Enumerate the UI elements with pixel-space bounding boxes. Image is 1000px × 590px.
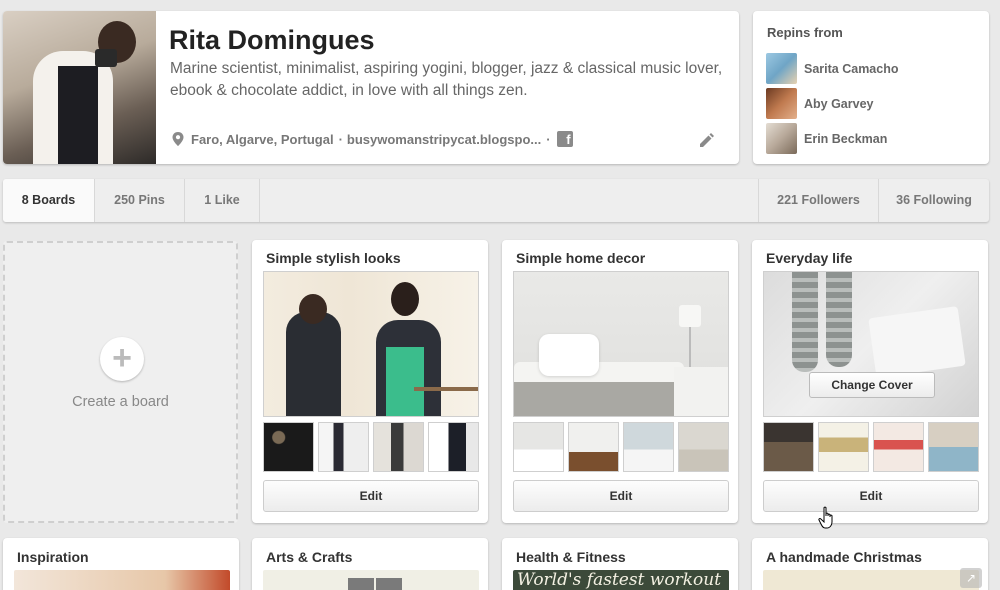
repin-user-sarita[interactable]: Sarita Camacho — [766, 53, 898, 84]
board-cover[interactable] — [263, 271, 479, 417]
hand-cursor-icon — [818, 506, 833, 529]
edit-board-button[interactable]: Edit — [263, 480, 479, 512]
create-board-tile[interactable]: + Create a board — [3, 241, 238, 523]
repin-user-name: Aby Garvey — [804, 96, 874, 111]
repin-user-name: Sarita Camacho — [804, 61, 899, 76]
board-title[interactable]: Everyday life — [766, 250, 852, 266]
board-card-health-fitness[interactable]: Health & Fitness World's fastest workout — [502, 538, 738, 590]
profile-bio: Marine scientist, minimalist, aspiring y… — [170, 60, 723, 99]
repins-title: Repins from — [767, 25, 843, 40]
edit-board-button[interactable]: Edit — [763, 480, 979, 512]
repins-card: Repins from Sarita Camacho Aby Garvey Er… — [753, 11, 989, 164]
board-title[interactable]: A handmade Christmas — [766, 549, 922, 565]
plus-icon: + — [100, 337, 144, 381]
thumbnail[interactable] — [763, 422, 814, 472]
board-card-handmade-christmas[interactable]: A handmade Christmas — [752, 538, 988, 590]
profile-name: Rita Domingues — [169, 25, 375, 55]
board-thumbnails — [763, 422, 979, 472]
board-cover[interactable]: Change Cover — [763, 271, 979, 417]
board-card-arts-crafts[interactable]: Arts & Crafts — [252, 538, 488, 590]
thumbnail[interactable] — [623, 422, 674, 472]
tab-likes[interactable]: 1 Like — [185, 179, 260, 222]
repin-user-aby[interactable]: Aby Garvey — [766, 88, 873, 119]
profile-meta: Faro, Algarve, Portugal · busywomanstrip… — [171, 131, 573, 147]
board-card-simple-stylish-looks[interactable]: Simple stylish looks Edit — [252, 240, 488, 523]
board-title[interactable]: Simple stylish looks — [266, 250, 401, 266]
board-card-inspiration[interactable]: Inspiration — [3, 538, 239, 590]
board-cover[interactable] — [14, 570, 230, 590]
thumbnail[interactable] — [428, 422, 479, 472]
change-cover-button[interactable]: Change Cover — [809, 372, 935, 398]
board-card-simple-home-decor[interactable]: Simple home decor Edit — [502, 240, 738, 523]
tab-boards[interactable]: 8 Boards — [3, 179, 95, 222]
tab-spacer — [260, 179, 759, 222]
thumbnail[interactable] — [568, 422, 619, 472]
board-cover[interactable] — [263, 570, 479, 590]
profile-avatar[interactable] — [3, 11, 156, 164]
thumbnail[interactable] — [678, 422, 729, 472]
tab-followers[interactable]: 221 Followers — [759, 179, 879, 222]
repin-user-erin[interactable]: Erin Beckman — [766, 123, 887, 154]
thumbnail[interactable] — [873, 422, 924, 472]
thumbnail[interactable] — [818, 422, 869, 472]
pencil-icon[interactable] — [697, 131, 715, 149]
thumbnail[interactable] — [373, 422, 424, 472]
location-pin-icon — [172, 132, 184, 146]
board-thumbnails — [263, 422, 479, 472]
avatar — [766, 88, 797, 119]
edit-board-button[interactable]: Edit — [513, 480, 729, 512]
thumbnail[interactable] — [263, 422, 314, 472]
board-cover[interactable] — [513, 271, 729, 417]
profile-card: Rita Domingues Marine scientist, minimal… — [3, 11, 739, 164]
board-title[interactable]: Simple home decor — [516, 250, 645, 266]
tab-following[interactable]: 36 Following — [879, 179, 989, 222]
avatar — [766, 123, 797, 154]
meta-separator: · — [546, 131, 551, 147]
thumbnail[interactable] — [318, 422, 369, 472]
share-icon[interactable]: ↗ — [960, 568, 982, 588]
tab-pins[interactable]: 250 Pins — [95, 179, 185, 222]
repin-user-name: Erin Beckman — [804, 131, 888, 146]
board-cover-text: World's fastest workout — [517, 570, 722, 590]
board-title[interactable]: Arts & Crafts — [266, 549, 352, 565]
meta-separator: · — [338, 131, 343, 147]
thumbnail[interactable] — [928, 422, 979, 472]
profile-tabs: 8 Boards 250 Pins 1 Like 221 Followers 3… — [3, 179, 989, 222]
create-board-label: Create a board — [72, 394, 169, 410]
thumbnail[interactable] — [513, 422, 564, 472]
board-title[interactable]: Health & Fitness — [516, 549, 626, 565]
board-thumbnails — [513, 422, 729, 472]
facebook-icon[interactable]: f — [556, 131, 573, 147]
profile-website-link[interactable]: busywomanstripycat.blogspo... — [347, 132, 541, 147]
board-title[interactable]: Inspiration — [17, 549, 89, 565]
profile-location: Faro, Algarve, Portugal — [191, 131, 334, 147]
avatar — [766, 53, 797, 84]
board-cover[interactable] — [763, 570, 979, 590]
board-cover[interactable]: World's fastest workout — [513, 570, 729, 590]
board-card-everyday-life[interactable]: Everyday life Change Cover Edit — [752, 240, 988, 523]
